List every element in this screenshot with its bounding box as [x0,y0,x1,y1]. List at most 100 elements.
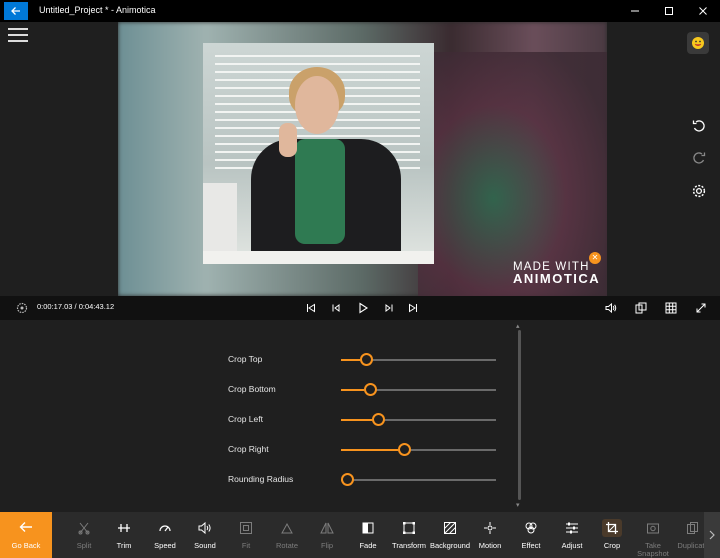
slider-knob[interactable] [341,473,354,486]
scroll-down-icon[interactable]: ▾ [516,501,520,509]
skip-start-icon [307,303,315,313]
tool-label: Fit [241,541,251,550]
redo-icon [693,152,706,164]
duplicate-icon [683,519,703,537]
background-icon [440,519,460,537]
video-frame [203,43,434,264]
adjust-icon [562,519,582,537]
tool-trim-button[interactable]: Trim [104,512,144,558]
close-window-button[interactable] [686,0,720,22]
slider-label: Rounding Radius [228,474,294,484]
flip-icon [317,519,337,537]
tool-speed-button[interactable]: Speed [145,512,185,558]
slider-label: Crop Left [228,414,263,424]
minimize-icon [631,10,639,12]
feedback-emoji-button[interactable] [687,32,709,54]
watermark-line2: ANIMOTICA [513,271,601,286]
tool-adjust-button[interactable]: Adjust [552,512,592,558]
tool-fade-button[interactable]: Fade [348,512,388,558]
scroll-up-icon[interactable]: ▴ [516,322,520,330]
undo-button[interactable] [688,115,710,137]
crop-icon [602,519,622,537]
tool-label: Adjust [561,541,583,550]
slider-track[interactable] [341,443,496,456]
tool-label: Effect [521,541,541,550]
smiley-icon [692,37,704,49]
fit-icon [236,519,256,537]
window-back-button[interactable] [4,2,28,20]
effect-icon [521,519,541,537]
tool-effect-button[interactable]: Effect [511,512,551,558]
tool-label: Speed [154,541,176,550]
gear-icon [692,184,706,198]
tool-flip-button[interactable]: Flip [307,512,347,558]
next-frame-button[interactable] [382,300,396,316]
watermark-close-icon[interactable]: ✕ [589,252,601,264]
skip-to-start-button[interactable] [304,300,318,316]
go-back-button[interactable]: Go Back [0,512,52,558]
person-head [295,76,339,134]
tool-label: Split [76,541,92,550]
slider-track[interactable] [341,473,496,486]
timecode: 0:00:17.03 / 0:04:43.12 [37,302,115,311]
fullscreen-button[interactable] [693,300,709,316]
tool-transform-button[interactable]: Transform [389,512,429,558]
sound-icon [195,519,215,537]
previous-frame-button[interactable] [329,300,343,316]
tool-label: Sound [194,541,216,550]
panel-scrollbar[interactable] [518,330,521,500]
slider-knob[interactable] [364,383,377,396]
fullscreen-icon [696,303,706,313]
play-button[interactable] [355,300,371,316]
toolbar-next-button[interactable] [704,512,720,558]
take-snapshot-icon [643,519,663,537]
aspect-ratio-button[interactable] [633,300,649,316]
tool-crop-button[interactable]: Crop [592,512,632,558]
video-preview[interactable]: MADE WITH ANIMOTICA ✕ [118,22,607,296]
skip-to-end-button[interactable] [406,300,420,316]
tool-sound-button[interactable]: Sound [185,512,225,558]
slider-track[interactable] [341,353,496,366]
aspect-ratio-icon [635,302,647,314]
window-title: Untitled_Project * - Animotica [39,5,156,15]
minimize-button[interactable] [618,0,652,22]
volume-button[interactable] [603,300,619,316]
transform-icon [399,519,419,537]
slider-knob[interactable] [360,353,373,366]
slider-track[interactable] [341,413,496,426]
slider-track[interactable] [341,383,496,396]
maximize-icon [665,7,673,15]
clip-settings-icon[interactable] [15,300,29,316]
tool-fit-button[interactable]: Fit [226,512,266,558]
slider-knob[interactable] [398,443,411,456]
tool-take-snapshot-button[interactable]: Take Snapshot [633,512,673,558]
speed-icon [155,519,175,537]
next-frame-icon [385,304,393,312]
grid-button[interactable] [663,300,679,316]
skip-end-icon [409,303,417,313]
table [203,251,434,264]
menu-hamburger-icon[interactable] [8,28,28,42]
volume-icon [605,302,617,314]
tool-motion-button[interactable]: Motion [470,512,510,558]
play-icon [359,302,369,314]
previous-frame-icon [332,304,340,312]
tool-label: Trim [116,541,132,550]
grid-icon [665,302,677,314]
tool-background-button[interactable]: Background [430,512,470,558]
person-hand [279,123,297,157]
slider-knob[interactable] [372,413,385,426]
maximize-button[interactable] [652,0,686,22]
go-back-label: Go Back [11,541,41,550]
redo-button[interactable] [688,147,710,169]
watermark: MADE WITH ANIMOTICA [513,261,600,285]
chevron-right-icon [709,530,715,540]
tool-split-button[interactable]: Split [64,512,104,558]
tool-label: Crop [603,541,621,550]
split-icon [74,519,94,537]
settings-button[interactable] [688,180,710,202]
fade-icon [358,519,378,537]
tool-rotate-button[interactable]: Rotate [267,512,307,558]
tool-label: Rotate [275,541,299,550]
blurred-background-overlay [418,52,607,296]
